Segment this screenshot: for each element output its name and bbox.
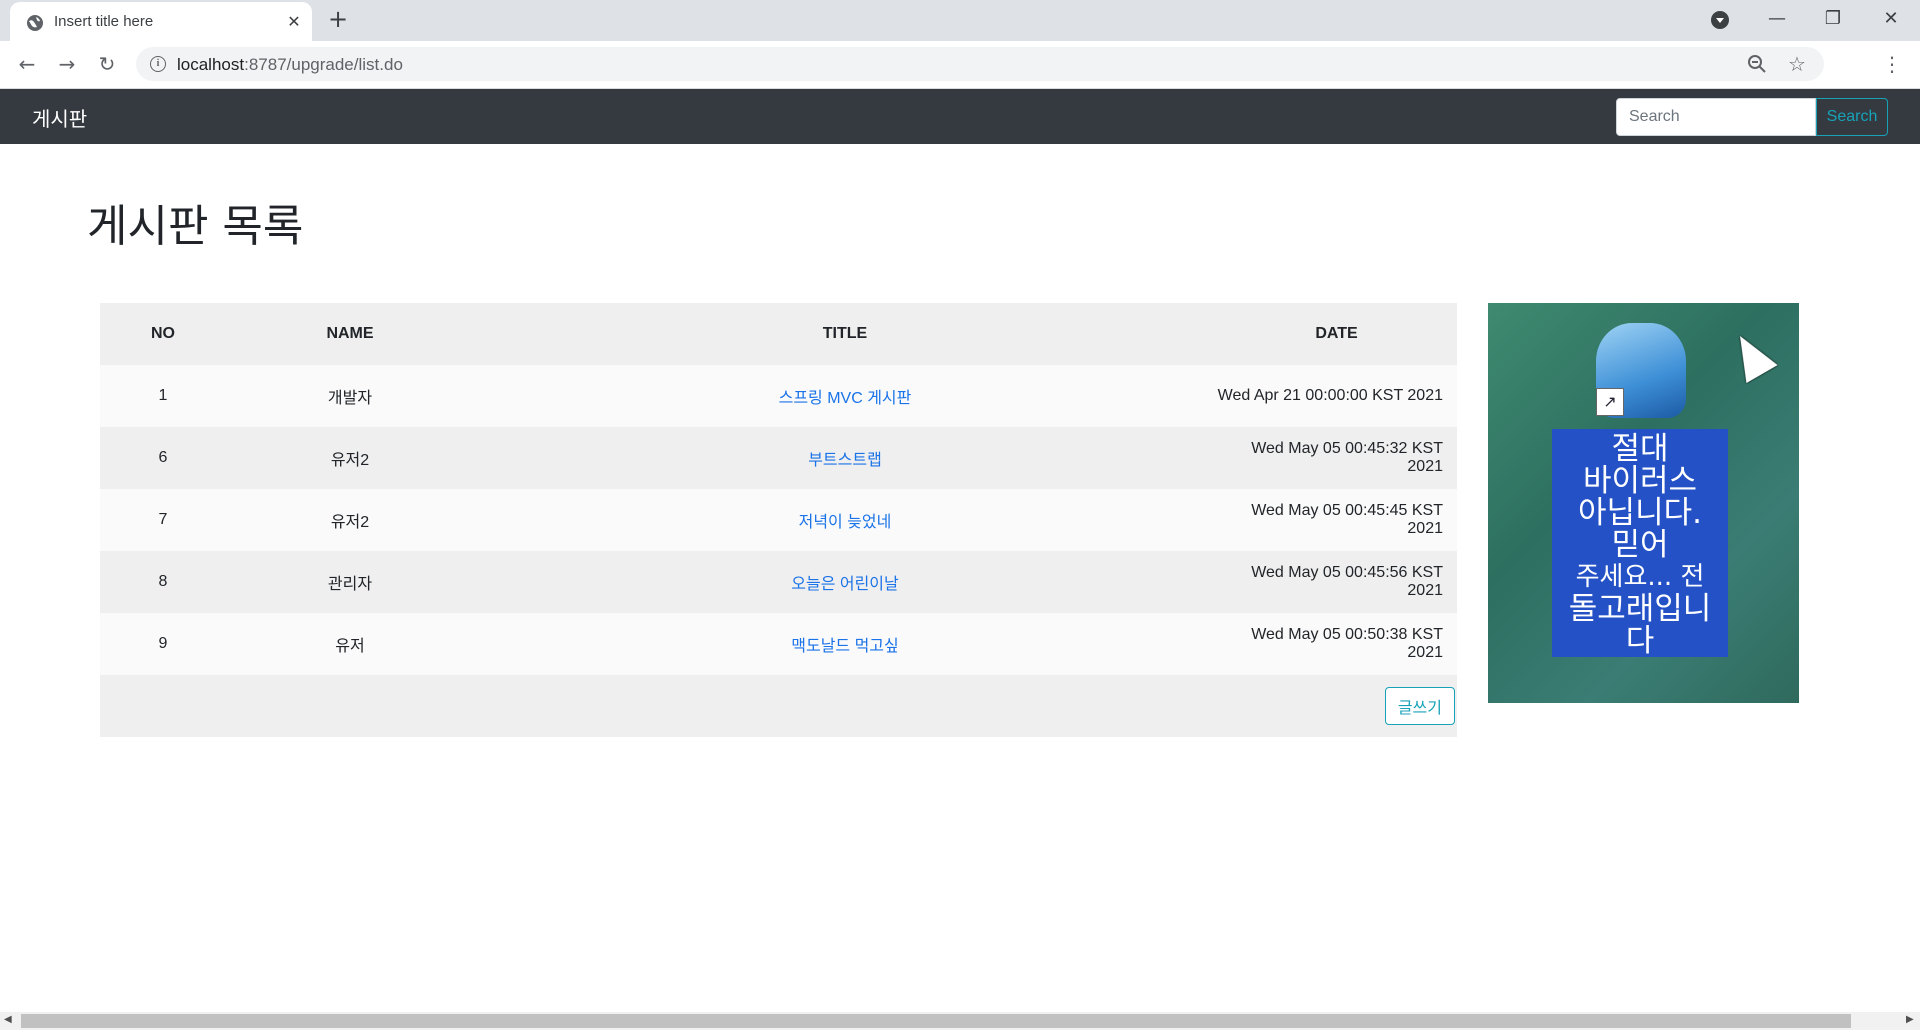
- caption-line: 주세요... 전: [1575, 562, 1705, 592]
- post-title-link[interactable]: 저녁이 늦었네: [799, 514, 892, 531]
- browser-tab[interactable]: Insert title here ✕: [10, 2, 312, 41]
- post-no: 8: [100, 551, 226, 613]
- page-title: 게시판 목록: [87, 201, 304, 252]
- post-title-link[interactable]: 스프링 MVC 게시판: [779, 390, 912, 407]
- caption-line: 아닙니다.: [1578, 495, 1702, 531]
- restore-icon[interactable]: ❐: [1813, 4, 1853, 34]
- url-text[interactable]: localhost:8787/upgrade/list.do: [177, 55, 403, 75]
- board-table: NO NAME TITLE DATE 1 개발자 스프링 MVC 게시판 Wed…: [100, 303, 1457, 737]
- search-input[interactable]: [1616, 98, 1816, 136]
- window-close-icon[interactable]: ✕: [1871, 4, 1911, 34]
- kebab-menu-icon[interactable]: ⋮: [1880, 49, 1904, 79]
- star-icon[interactable]: ☆: [1784, 51, 1810, 77]
- post-date: Wed May 05 00:45:45 KST 2021: [1216, 489, 1457, 551]
- post-date: Wed May 05 00:45:32 KST 2021: [1216, 427, 1457, 489]
- post-date: Wed Apr 21 00:00:00 KST 2021: [1216, 365, 1457, 427]
- table-row: 8 관리자 오늘은 어린이날 Wed May 05 00:45:56 KST 2…: [100, 551, 1457, 613]
- post-no: 6: [100, 427, 226, 489]
- tab-close-icon[interactable]: ✕: [284, 12, 304, 32]
- caption-line: 다: [1625, 623, 1655, 659]
- image-caption: 절대 바이러스 아닙니다. 믿어 주세요... 전 돌고래입니 다: [1552, 429, 1728, 657]
- tab-search-icon[interactable]: [1711, 11, 1729, 29]
- search-button[interactable]: Search: [1816, 98, 1888, 136]
- browser-toolbar: ← → ↻ i localhost:8787/upgrade/list.do ☆: [0, 41, 1920, 89]
- post-author: 개발자: [226, 365, 474, 427]
- browser-tab-strip: Insert title here ✕ + — ❐ ✕: [0, 0, 1920, 41]
- shortcut-arrow-icon: ↗: [1596, 388, 1624, 416]
- column-header-title: TITLE: [474, 303, 1216, 365]
- column-header-name: NAME: [226, 303, 474, 365]
- scroll-left-icon[interactable]: ◀: [4, 1014, 12, 1025]
- tab-title: Insert title here: [54, 13, 154, 30]
- post-no: 1: [100, 365, 226, 427]
- address-bar[interactable]: i localhost:8787/upgrade/list.do ☆: [136, 47, 1824, 81]
- table-row: 9 유저 맥도날드 먹고싶 Wed May 05 00:50:38 KST 20…: [100, 613, 1457, 675]
- caption-line: 바이러스: [1582, 463, 1698, 499]
- post-date: Wed May 05 00:45:56 KST 2021: [1216, 551, 1457, 613]
- scrollbar-thumb[interactable]: [21, 1014, 1851, 1028]
- post-author: 관리자: [226, 551, 474, 613]
- table-row: 1 개발자 스프링 MVC 게시판 Wed Apr 21 00:00:00 KS…: [100, 365, 1457, 427]
- post-no: 7: [100, 489, 226, 551]
- post-title-link[interactable]: 부트스트랩: [808, 452, 882, 469]
- app-navbar: 게시판 Search: [0, 89, 1920, 144]
- post-title-link[interactable]: 오늘은 어린이날: [791, 576, 899, 593]
- forward-arrow-icon[interactable]: →: [52, 49, 82, 79]
- dolphin-image: ↗ 절대 바이러스 아닙니다. 믿어 주세요... 전 돌고래입니 다: [1488, 303, 1799, 703]
- caption-line: 절대: [1611, 431, 1669, 467]
- mouse-cursor-icon: [1724, 326, 1778, 384]
- new-tab-icon[interactable]: +: [326, 7, 350, 31]
- post-author: 유저: [226, 613, 474, 675]
- zoom-icon[interactable]: [1744, 51, 1770, 77]
- post-date: Wed May 05 00:50:38 KST 2021: [1216, 613, 1457, 675]
- navbar-brand[interactable]: 게시판: [32, 103, 87, 132]
- table-row: 6 유저2 부트스트랩 Wed May 05 00:45:32 KST 2021: [100, 427, 1457, 489]
- caption-line: 돌고래입니: [1568, 591, 1712, 627]
- scroll-right-icon[interactable]: ▶: [1906, 1014, 1914, 1025]
- minimize-icon[interactable]: —: [1757, 4, 1797, 34]
- post-author: 유저2: [226, 427, 474, 489]
- write-post-button[interactable]: 글쓰기: [1384, 687, 1455, 725]
- column-header-date: DATE: [1216, 303, 1457, 365]
- column-header-no: NO: [100, 303, 226, 365]
- horizontal-scrollbar[interactable]: ◀ ▶: [0, 1012, 1920, 1030]
- globe-icon: [27, 15, 43, 31]
- post-author: 유저2: [226, 489, 474, 551]
- post-no: 9: [100, 613, 226, 675]
- table-header-row: NO NAME TITLE DATE: [100, 303, 1457, 365]
- caption-line: 믿어: [1611, 527, 1669, 563]
- table-row: 7 유저2 저녁이 늦었네 Wed May 05 00:45:45 KST 20…: [100, 489, 1457, 551]
- table-footer-row: 글쓰기: [100, 675, 1457, 737]
- back-arrow-icon[interactable]: ←: [12, 49, 42, 79]
- reload-icon[interactable]: ↻: [92, 49, 122, 79]
- post-title-link[interactable]: 맥도날드 먹고싶: [791, 638, 899, 655]
- info-icon[interactable]: i: [150, 56, 166, 72]
